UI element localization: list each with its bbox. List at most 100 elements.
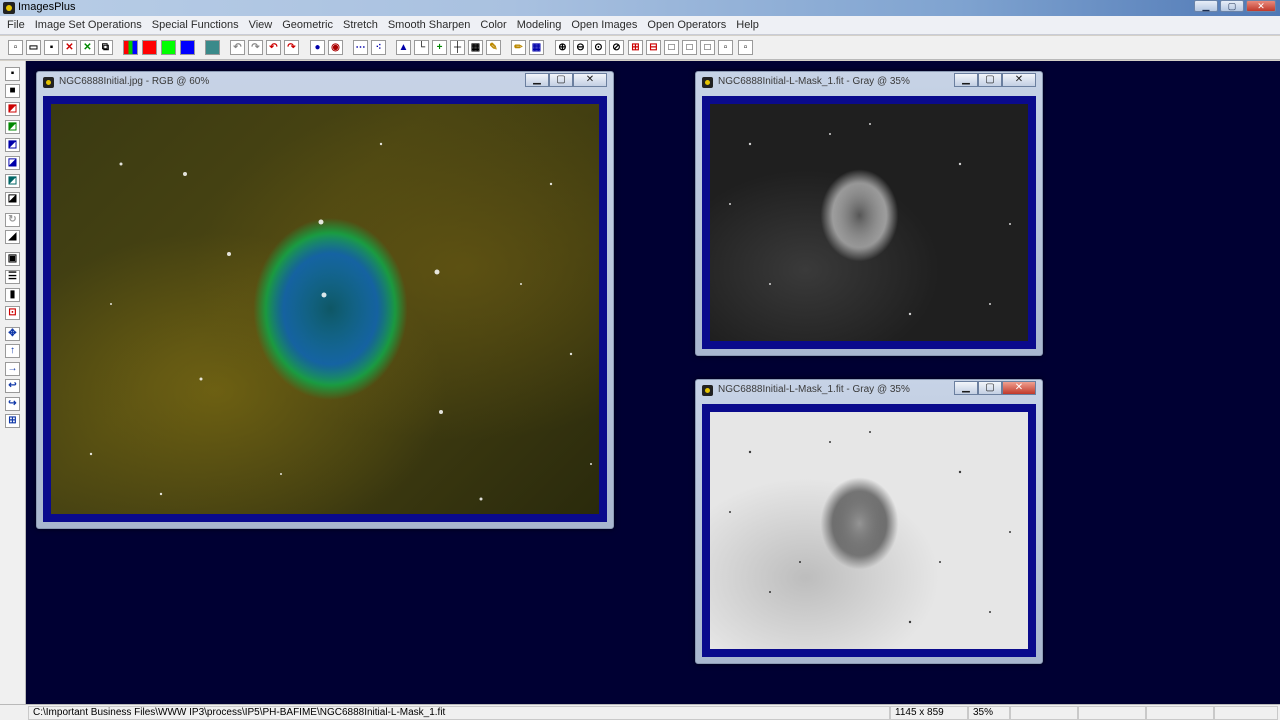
nebula-inverted-mask-image[interactable] xyxy=(710,412,1028,649)
blue-mask-icon[interactable]: ◩ xyxy=(5,138,20,152)
close-button[interactable]: ✕ xyxy=(1246,0,1276,12)
nebula-mask-image[interactable] xyxy=(710,104,1028,341)
zoom-reset-icon[interactable]: ⊘ xyxy=(609,40,624,55)
rgb-channels-icon[interactable] xyxy=(123,40,138,55)
menu-smooth-sharpen[interactable]: Smooth Sharpen xyxy=(383,19,476,31)
status-file-path: C:\Important Business Files\WWW IP3\proc… xyxy=(28,706,890,720)
redo-icon[interactable]: ↷ xyxy=(284,40,299,55)
image-window-title-bar[interactable]: NGC6888Initial.jpg - RGB @ 60% ▁ ▢ ✕ xyxy=(37,72,613,94)
menu-special-functions[interactable]: Special Functions xyxy=(147,19,244,31)
black-bar-icon[interactable]: ▮ xyxy=(5,288,20,302)
menu-modeling[interactable]: Modeling xyxy=(512,19,567,31)
arrow-up-icon[interactable]: ↑ xyxy=(5,344,20,358)
minimize-button[interactable]: ▁ xyxy=(1194,0,1218,12)
menu-help[interactable]: Help xyxy=(731,19,764,31)
menu-color[interactable]: Color xyxy=(475,19,511,31)
enlarge-icon[interactable]: ⊞ xyxy=(628,40,643,55)
copy-icon[interactable]: ⧉ xyxy=(98,40,113,55)
maximize-button[interactable]: ▢ xyxy=(1220,0,1244,12)
grid-icon[interactable] xyxy=(205,40,220,55)
zoom-in-icon[interactable]: ⊕ xyxy=(555,40,570,55)
undo-gray-icon[interactable]: ↶ xyxy=(230,40,245,55)
black-square-icon[interactable]: ■ xyxy=(5,84,20,98)
select-box-icon[interactable]: ▣ xyxy=(5,252,20,266)
green-channel-icon[interactable] xyxy=(161,40,176,55)
table-icon[interactable]: ▦ xyxy=(529,40,544,55)
nebula-rgb-image[interactable] xyxy=(51,104,599,514)
frame-3-icon[interactable]: □ xyxy=(700,40,715,55)
image-window-icon xyxy=(43,77,54,88)
side-toolbar: ▪ ■ ◩ ◩ ◩ ◪ ◩ ◪ ↻ ◢ ▣ ☰ ▮ ⊡ ✥ ↑ → ↩ ↪ ⊞ xyxy=(0,61,26,704)
menu-image-set-operations[interactable]: Image Set Operations xyxy=(30,19,147,31)
frame-4-icon[interactable]: ▫ xyxy=(718,40,733,55)
rotate-icon[interactable]: ↻ xyxy=(5,213,20,227)
point-select-icon[interactable]: ● xyxy=(310,40,325,55)
menu-stretch[interactable]: Stretch xyxy=(338,19,383,31)
gradient-icon[interactable]: ◢ xyxy=(5,230,20,244)
blue-channel-icon[interactable] xyxy=(180,40,195,55)
window-minimize-button[interactable]: ▁ xyxy=(954,381,978,395)
close-image-icon[interactable]: ✕ xyxy=(62,40,77,55)
window-maximize-button[interactable]: ▢ xyxy=(978,73,1002,87)
frame-5-icon[interactable]: ▫ xyxy=(738,40,753,55)
window-controls: ▁ ▢ ✕ xyxy=(1194,0,1276,12)
shrink-icon[interactable]: ⊟ xyxy=(646,40,661,55)
arrow-return-icon[interactable]: ↩ xyxy=(5,379,20,393)
arrow-right-icon[interactable]: → xyxy=(5,362,20,376)
status-empty-1 xyxy=(1010,706,1078,720)
menu-bar: File Image Set Operations Special Functi… xyxy=(0,16,1280,35)
image-window-rgb[interactable]: NGC6888Initial.jpg - RGB @ 60% ▁ ▢ ✕ xyxy=(36,71,614,529)
move-icon[interactable]: ✥ xyxy=(5,327,20,341)
new-file-icon[interactable]: ▫ xyxy=(8,40,23,55)
scatter-dots-icon[interactable]: ⁖ xyxy=(371,40,386,55)
menu-open-images[interactable]: Open Images xyxy=(566,19,642,31)
close-all-icon[interactable]: ✕ xyxy=(80,40,95,55)
window-maximize-button[interactable]: ▢ xyxy=(549,73,573,87)
histogram-icon[interactable]: ▲ xyxy=(396,40,411,55)
pencil-icon[interactable]: ✏ xyxy=(511,40,526,55)
undo-icon[interactable]: ↶ xyxy=(266,40,281,55)
window-maximize-button[interactable]: ▢ xyxy=(978,381,1002,395)
zoom-out-icon[interactable]: ⊖ xyxy=(573,40,588,55)
menu-geometric[interactable]: Geometric xyxy=(277,19,338,31)
red-channel-icon[interactable] xyxy=(142,40,157,55)
image-window-mask-inverted[interactable]: NGC6888Initial-L-Mask_1.fit - Gray @ 35%… xyxy=(695,379,1043,664)
green-mask-icon[interactable]: ◩ xyxy=(5,120,20,134)
crop-icon[interactable]: ⊡ xyxy=(5,306,20,320)
flip-icon[interactable]: ⊞ xyxy=(5,414,20,428)
frame-2-icon[interactable]: □ xyxy=(682,40,697,55)
paint-icon[interactable]: ✎ xyxy=(486,40,501,55)
save-icon[interactable]: ▪ xyxy=(44,40,59,55)
image-window-caption: NGC6888Initial.jpg - RGB @ 60% xyxy=(59,76,210,87)
star-field xyxy=(729,431,1011,624)
image-window-title-bar[interactable]: NGC6888Initial-L-Mask_1.fit - Gray @ 35%… xyxy=(696,72,1042,94)
menu-file[interactable]: File xyxy=(2,19,30,31)
blue-channel-mask-icon[interactable]: ◪ xyxy=(5,156,20,170)
menu-view[interactable]: View xyxy=(244,19,278,31)
window-close-button[interactable]: ✕ xyxy=(1002,381,1036,395)
image-window-mask[interactable]: NGC6888Initial-L-Mask_1.fit - Gray @ 35%… xyxy=(695,71,1043,356)
mask-corner-icon[interactable]: ◪ xyxy=(5,192,20,206)
menu-open-operators[interactable]: Open Operators xyxy=(642,19,731,31)
cyan-mask-icon[interactable]: ◩ xyxy=(5,174,20,188)
axes-icon[interactable]: └ xyxy=(414,40,429,55)
frame-1-icon[interactable]: □ xyxy=(664,40,679,55)
target-icon[interactable]: ┼ xyxy=(450,40,465,55)
line-dots-icon[interactable]: ⋯ xyxy=(353,40,368,55)
window-minimize-button[interactable]: ▁ xyxy=(954,73,978,87)
redo-gray-icon[interactable]: ↷ xyxy=(248,40,263,55)
list-icon[interactable]: ☰ xyxy=(5,270,20,284)
window-close-button[interactable]: ✕ xyxy=(1002,73,1036,87)
mdi-workspace: NGC6888Initial.jpg - RGB @ 60% ▁ ▢ ✕ NGC… xyxy=(26,61,1280,704)
zoom-fit-icon[interactable]: ⊙ xyxy=(591,40,606,55)
crosshair-icon[interactable]: + xyxy=(432,40,447,55)
point-color-icon[interactable]: ◉ xyxy=(328,40,343,55)
save-small-icon[interactable]: ▪ xyxy=(5,67,20,81)
arrow-rotate-icon[interactable]: ↪ xyxy=(5,397,20,411)
open-folder-icon[interactable]: ▭ xyxy=(26,40,41,55)
window-minimize-button[interactable]: ▁ xyxy=(525,73,549,87)
grid-overlay-icon[interactable]: ▦ xyxy=(468,40,483,55)
window-close-button[interactable]: ✕ xyxy=(573,73,607,87)
image-window-title-bar[interactable]: NGC6888Initial-L-Mask_1.fit - Gray @ 35%… xyxy=(696,380,1042,402)
red-mask-icon[interactable]: ◩ xyxy=(5,102,20,116)
